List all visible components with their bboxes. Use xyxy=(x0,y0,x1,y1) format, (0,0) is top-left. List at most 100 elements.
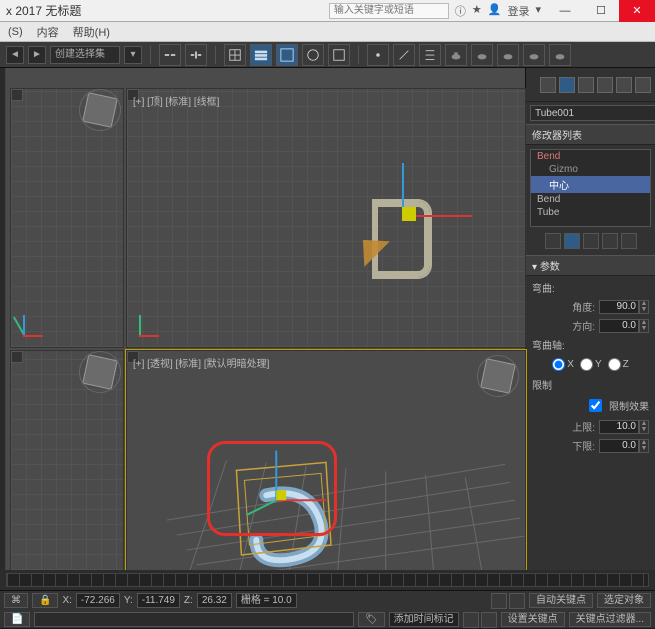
maxscript-icon[interactable]: ⌘ xyxy=(4,593,28,608)
undo-button[interactable]: ◄ xyxy=(6,46,24,64)
snap-button[interactable] xyxy=(367,44,389,66)
set-key-mode[interactable]: 选定对象 xyxy=(597,593,651,608)
time-slider[interactable] xyxy=(0,570,655,590)
add-time-tag[interactable]: 添加时间标记 xyxy=(389,612,459,627)
display-tab[interactable] xyxy=(616,77,632,93)
utilities-tab[interactable] xyxy=(635,77,651,93)
axis-y-radio[interactable]: Y xyxy=(580,358,602,371)
minimize-button[interactable]: — xyxy=(547,0,583,22)
layer-button[interactable] xyxy=(250,44,272,66)
tube-object[interactable] xyxy=(372,199,432,279)
animation-keys xyxy=(491,593,525,609)
viewport-menu-icon[interactable] xyxy=(11,89,23,101)
teapot3-icon[interactable] xyxy=(497,44,519,66)
schematic-button[interactable] xyxy=(224,44,246,66)
redo-button[interactable]: ► xyxy=(28,46,46,64)
info-icon[interactable]: ⓘ xyxy=(455,3,466,19)
direction-spinner[interactable] xyxy=(599,319,639,333)
tube-object[interactable] xyxy=(236,450,331,560)
upper-limit-spinner[interactable] xyxy=(599,420,639,434)
modifier-list-dropdown[interactable]: 修改器列表 xyxy=(526,124,655,145)
render-setup-button[interactable] xyxy=(328,44,350,66)
bend-group-label: 弯曲: xyxy=(532,280,649,295)
command-panel: 修改器列表 Bend Gizmo 中心 Bend Tube ▾ 参数 弯曲: 角… xyxy=(525,68,655,570)
viewport-top-left[interactable] xyxy=(10,88,124,348)
curve-editor-button[interactable] xyxy=(276,44,298,66)
teapot1-icon[interactable] xyxy=(445,44,467,66)
help-icon[interactable]: ▾ xyxy=(535,3,541,19)
lower-limit-spinner[interactable] xyxy=(599,439,639,453)
motion-tab[interactable] xyxy=(597,77,613,93)
coord-z-field[interactable]: 26.32 xyxy=(197,593,232,608)
spinner-up-icon[interactable]: ▲▼ xyxy=(639,300,649,314)
viewport-area: [+] [顶] [标准] [线框] [+] xyxy=(6,68,525,570)
unlink-button[interactable] xyxy=(185,44,207,66)
modifier-stack[interactable]: Bend Gizmo 中心 Bend Tube xyxy=(530,149,651,227)
axis-tripod-icon xyxy=(139,305,169,335)
modifier-row[interactable]: Bend xyxy=(531,193,650,206)
hierarchy-tab[interactable] xyxy=(578,77,594,93)
teapot4-icon[interactable] xyxy=(523,44,545,66)
spinner-icon[interactable]: ▲▼ xyxy=(639,420,649,434)
auto-key-button[interactable]: 自动关键点 xyxy=(529,593,593,608)
title-utilities: ⓘ ★ 👤 登录 ▾ xyxy=(449,3,547,19)
key-filters-button[interactable]: 关键点过滤器... xyxy=(569,612,651,627)
set-key-button[interactable]: 设置关键点 xyxy=(501,612,565,627)
bend-axis-label: 弯曲轴: xyxy=(532,337,649,352)
modifier-row[interactable]: Bend xyxy=(531,150,650,163)
link-button[interactable] xyxy=(159,44,181,66)
help-search-input[interactable] xyxy=(329,3,449,19)
menu-item[interactable]: 帮助(H) xyxy=(73,24,110,40)
star-icon[interactable]: ★ xyxy=(472,3,482,19)
modifier-sub-row[interactable]: 中心 xyxy=(531,176,650,193)
gizmo-xy-plane[interactable] xyxy=(402,207,416,221)
pin-stack-button[interactable] xyxy=(545,233,561,249)
configure-sets-button[interactable] xyxy=(621,233,637,249)
next-frame-button[interactable] xyxy=(481,612,497,628)
axis-z-radio[interactable]: Z xyxy=(608,358,629,371)
modifier-stack-buttons xyxy=(530,233,651,249)
maximize-button[interactable]: ☐ xyxy=(583,0,619,22)
time-tag-button[interactable]: 🏷 xyxy=(358,612,385,627)
login-link[interactable]: 登录 xyxy=(507,3,529,19)
viewport-menu-icon[interactable] xyxy=(11,351,23,363)
user-icon[interactable]: 👤 xyxy=(488,3,502,19)
dropdown-icon[interactable]: ▾ xyxy=(124,46,142,64)
prev-frame-button[interactable] xyxy=(509,593,525,609)
parameters-rollup[interactable]: ▾ 参数 xyxy=(526,255,655,276)
material-button[interactable] xyxy=(302,44,324,66)
viewport-top[interactable]: [+] [顶] [标准] [线框] xyxy=(126,88,526,348)
play-button[interactable] xyxy=(463,612,479,628)
angle-spinner[interactable] xyxy=(599,300,639,314)
remove-modifier-button[interactable] xyxy=(602,233,618,249)
close-button[interactable]: ✕ xyxy=(619,0,655,22)
coord-y-field[interactable]: -11.749 xyxy=(137,593,180,608)
lock-icon[interactable]: 🔒 xyxy=(32,593,58,608)
menu-item[interactable]: (S) xyxy=(8,26,23,38)
spinner-icon[interactable]: ▲▼ xyxy=(639,439,649,453)
modify-tab[interactable] xyxy=(559,77,575,93)
axis-x-radio[interactable]: X xyxy=(552,358,574,371)
modifier-row[interactable]: Tube xyxy=(531,206,650,219)
menu-item[interactable]: 内容 xyxy=(37,24,59,40)
viewcube[interactable] xyxy=(82,92,118,128)
teapot5-icon[interactable] xyxy=(549,44,571,66)
spinner-up-icon[interactable]: ▲▼ xyxy=(639,319,649,333)
modifier-sub-row[interactable]: Gizmo xyxy=(531,163,650,176)
show-end-result-button[interactable] xyxy=(564,233,580,249)
viewport-label[interactable]: [+] [顶] [标准] [线框] xyxy=(133,93,219,108)
teapot2-icon[interactable] xyxy=(471,44,493,66)
prompt-line[interactable] xyxy=(34,612,354,627)
selection-set-field[interactable]: 创建选择集 xyxy=(50,46,120,64)
goto-start-button[interactable] xyxy=(491,593,507,609)
coord-x-field[interactable]: -72.266 xyxy=(76,593,120,608)
object-name-field[interactable] xyxy=(530,105,655,121)
align-button[interactable] xyxy=(419,44,441,66)
help-search[interactable] xyxy=(329,3,449,19)
angle-snap-button[interactable] xyxy=(393,44,415,66)
limit-effect-checkbox[interactable] xyxy=(589,399,602,412)
make-unique-button[interactable] xyxy=(583,233,599,249)
create-tab[interactable] xyxy=(540,77,556,93)
listener-icon[interactable]: 📄 xyxy=(4,612,30,627)
viewcube[interactable] xyxy=(82,354,118,390)
